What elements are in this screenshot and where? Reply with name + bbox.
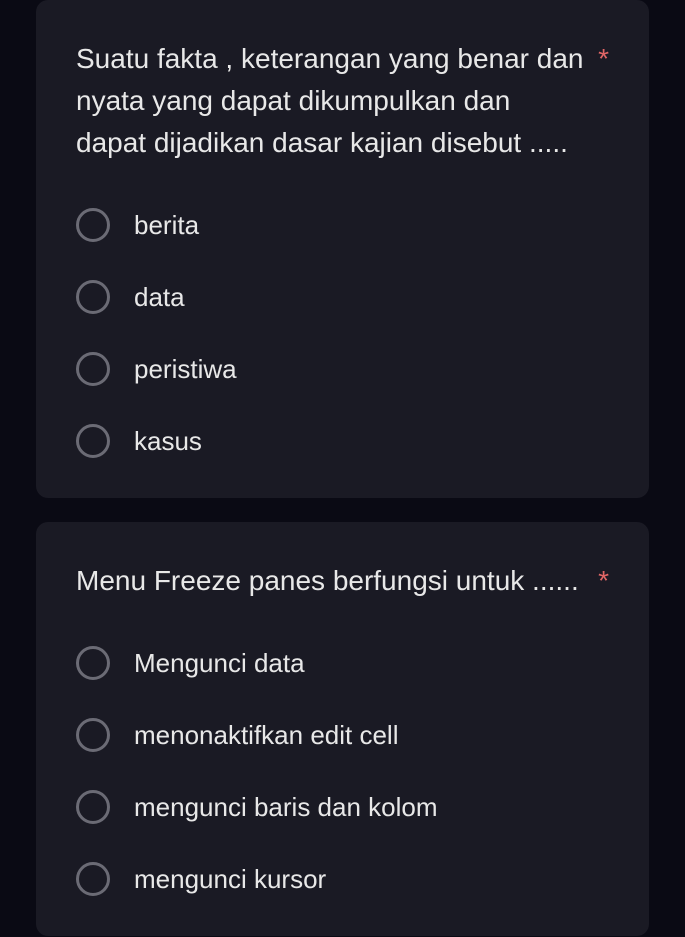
option-label: menonaktifkan edit cell xyxy=(134,720,398,751)
question-text: Menu Freeze panes berfungsi untuk ...... xyxy=(76,560,586,602)
option-item[interactable]: peristiwa xyxy=(76,352,609,386)
option-label: mengunci baris dan kolom xyxy=(134,792,438,823)
option-item[interactable]: data xyxy=(76,280,609,314)
option-item[interactable]: Mengunci data xyxy=(76,646,609,680)
required-marker: * xyxy=(598,560,609,602)
option-label: peristiwa xyxy=(134,354,237,385)
options-list: Mengunci data menonaktifkan edit cell me… xyxy=(76,646,609,896)
question-header: Menu Freeze panes berfungsi untuk ......… xyxy=(76,560,609,602)
radio-icon[interactable] xyxy=(76,790,110,824)
option-item[interactable]: kasus xyxy=(76,424,609,458)
option-item[interactable]: mengunci kursor xyxy=(76,862,609,896)
question-header: Suatu fakta , keterangan yang benar dan … xyxy=(76,38,609,164)
option-label: kasus xyxy=(134,426,202,457)
option-item[interactable]: menonaktifkan edit cell xyxy=(76,718,609,752)
radio-icon[interactable] xyxy=(76,718,110,752)
radio-icon[interactable] xyxy=(76,646,110,680)
radio-icon[interactable] xyxy=(76,208,110,242)
question-text: Suatu fakta , keterangan yang benar dan … xyxy=(76,38,586,164)
option-label: Mengunci data xyxy=(134,648,305,679)
option-label: data xyxy=(134,282,185,313)
question-card: Menu Freeze panes berfungsi untuk ......… xyxy=(36,522,649,936)
option-label: berita xyxy=(134,210,199,241)
radio-icon[interactable] xyxy=(76,862,110,896)
question-card: Suatu fakta , keterangan yang benar dan … xyxy=(36,0,649,498)
option-item[interactable]: mengunci baris dan kolom xyxy=(76,790,609,824)
option-label: mengunci kursor xyxy=(134,864,326,895)
option-item[interactable]: berita xyxy=(76,208,609,242)
options-list: berita data peristiwa kasus xyxy=(76,208,609,458)
radio-icon[interactable] xyxy=(76,424,110,458)
radio-icon[interactable] xyxy=(76,352,110,386)
required-marker: * xyxy=(598,38,609,80)
radio-icon[interactable] xyxy=(76,280,110,314)
